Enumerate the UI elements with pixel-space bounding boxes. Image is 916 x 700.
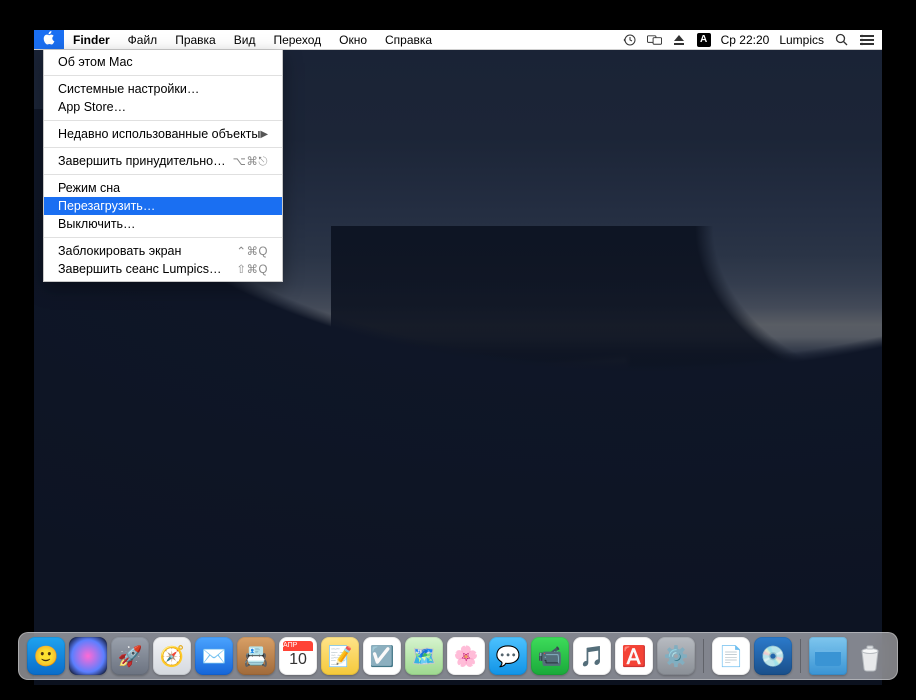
dock-icon-messages[interactable]: 💬 (489, 637, 527, 675)
dock-icon-daisydisk[interactable]: 💿 (754, 637, 792, 675)
apple-menu-item[interactable]: Выключить… (44, 215, 282, 233)
apple-menu-item-label: Об этом Mac (58, 55, 133, 69)
dock-icon-itunes[interactable]: 🎵 (573, 637, 611, 675)
dock-separator (800, 639, 801, 673)
apple-menu-item[interactable]: Перезагрузить… (44, 197, 282, 215)
menubar-item-3[interactable]: Переход (264, 30, 330, 49)
apple-menu-item[interactable]: Режим сна (44, 179, 282, 197)
menu-separator (44, 174, 282, 175)
apple-menu-item[interactable]: App Store… (44, 98, 282, 116)
menubar-user[interactable]: Lumpics (779, 33, 824, 47)
apple-menu-button[interactable] (34, 30, 64, 49)
apple-menu-item-label: Системные настройки… (58, 82, 199, 96)
apple-logo-icon (43, 31, 55, 48)
apple-menu-item[interactable]: Недавно использованные объекты▶ (44, 125, 282, 143)
dock-icon-launchpad[interactable]: 🚀 (111, 637, 149, 675)
eject-icon[interactable] (672, 32, 687, 47)
apple-menu-item[interactable]: Заблокировать экран ⌃⌘Q (44, 242, 282, 260)
dock-container: 🙂🚀🧭✉️📇АПР10📝☑️🗺️🌸💬📹🎵🅰️⚙️📄💿 (34, 630, 882, 680)
dock-icon-calendar[interactable]: АПР10 (279, 637, 317, 675)
trash-icon (853, 639, 887, 673)
submenu-arrow-icon: ▶ (260, 129, 268, 140)
dock-icon-facetime[interactable]: 📹 (531, 637, 569, 675)
calendar-day: 10 (279, 651, 317, 669)
dock-icon-notes[interactable]: 📝 (321, 637, 359, 675)
dock-icon-photos[interactable]: 🌸 (447, 637, 485, 675)
dock-separator (703, 639, 704, 673)
apple-menu-item[interactable]: Об этом Mac (44, 53, 282, 71)
apple-menu-item[interactable]: Завершить сеанс Lumpics… ⇧⌘Q (44, 260, 282, 278)
apple-menu-dropdown: Об этом Mac Системные настройки… App Store… (43, 50, 283, 282)
apple-menu-item-label: Недавно использованные объекты (58, 127, 260, 141)
apple-menu-item-shortcut: ⌃⌘Q (236, 244, 268, 258)
menubar-right: А Ср 22:20 Lumpics (622, 30, 882, 49)
dock-icon-finder[interactable]: 🙂 (27, 637, 65, 675)
dock: 🙂🚀🧭✉️📇АПР10📝☑️🗺️🌸💬📹🎵🅰️⚙️📄💿 (18, 632, 898, 680)
menu-separator (44, 147, 282, 148)
dock-icon-system-preferences[interactable]: ⚙️ (657, 637, 695, 675)
dock-icon-safari[interactable]: 🧭 (153, 637, 191, 675)
time-machine-icon[interactable] (622, 32, 637, 47)
menubar-item-2[interactable]: Вид (225, 30, 265, 49)
menubar-clock[interactable]: Ср 22:20 (721, 33, 770, 47)
dock-icon-appstore[interactable]: 🅰️ (615, 637, 653, 675)
menu-separator (44, 237, 282, 238)
menubar-item-5[interactable]: Справка (376, 30, 441, 49)
spotlight-icon[interactable] (834, 32, 849, 47)
dock-icon-reminders[interactable]: ☑️ (363, 637, 401, 675)
menubar-left: Finder ФайлПравкаВидПереходОкноСправка (34, 30, 441, 49)
apple-menu-item-label: Заблокировать экран (58, 244, 181, 258)
apple-menu-item-shortcut: ⌥⌘⎋ (233, 154, 268, 169)
menubar: Finder ФайлПравкаВидПереходОкноСправка А… (34, 30, 882, 50)
dock-icon-mail[interactable]: ✉️ (195, 637, 233, 675)
notification-center-icon[interactable] (859, 32, 874, 47)
dock-icon-downloads-folder[interactable] (809, 637, 847, 675)
menubar-app-name[interactable]: Finder (64, 30, 119, 49)
apple-menu-item-label: App Store… (58, 100, 126, 114)
apple-menu-item-label: Перезагрузить… (58, 199, 155, 213)
apple-menu-item-label: Завершить сеанс Lumpics… (58, 262, 221, 276)
dock-icon-maps[interactable]: 🗺️ (405, 637, 443, 675)
apple-menu-item[interactable]: Завершить принудительно… ⌥⌘⎋ (44, 152, 282, 170)
menu-separator (44, 75, 282, 76)
menubar-item-4[interactable]: Окно (330, 30, 376, 49)
input-source-badge[interactable]: А (697, 33, 711, 47)
menubar-item-0[interactable]: Файл (119, 30, 167, 49)
apple-menu-item-label: Режим сна (58, 181, 120, 195)
apple-menu-item-shortcut: ⇧⌘Q (236, 262, 268, 276)
apple-menu-item-label: Выключить… (58, 217, 136, 231)
dock-icon-textedit[interactable]: 📄 (712, 637, 750, 675)
calendar-month: АПР (283, 641, 313, 651)
menu-separator (44, 120, 282, 121)
dock-icon-trash[interactable] (851, 637, 889, 675)
dock-icon-contacts[interactable]: 📇 (237, 637, 275, 675)
menubar-item-1[interactable]: Правка (166, 30, 225, 49)
apple-menu-item[interactable]: Системные настройки… (44, 80, 282, 98)
dock-icon-siri[interactable] (69, 637, 107, 675)
displays-icon[interactable] (647, 32, 662, 47)
folder-icon (813, 644, 843, 668)
apple-menu-item-label: Завершить принудительно… (58, 154, 226, 168)
